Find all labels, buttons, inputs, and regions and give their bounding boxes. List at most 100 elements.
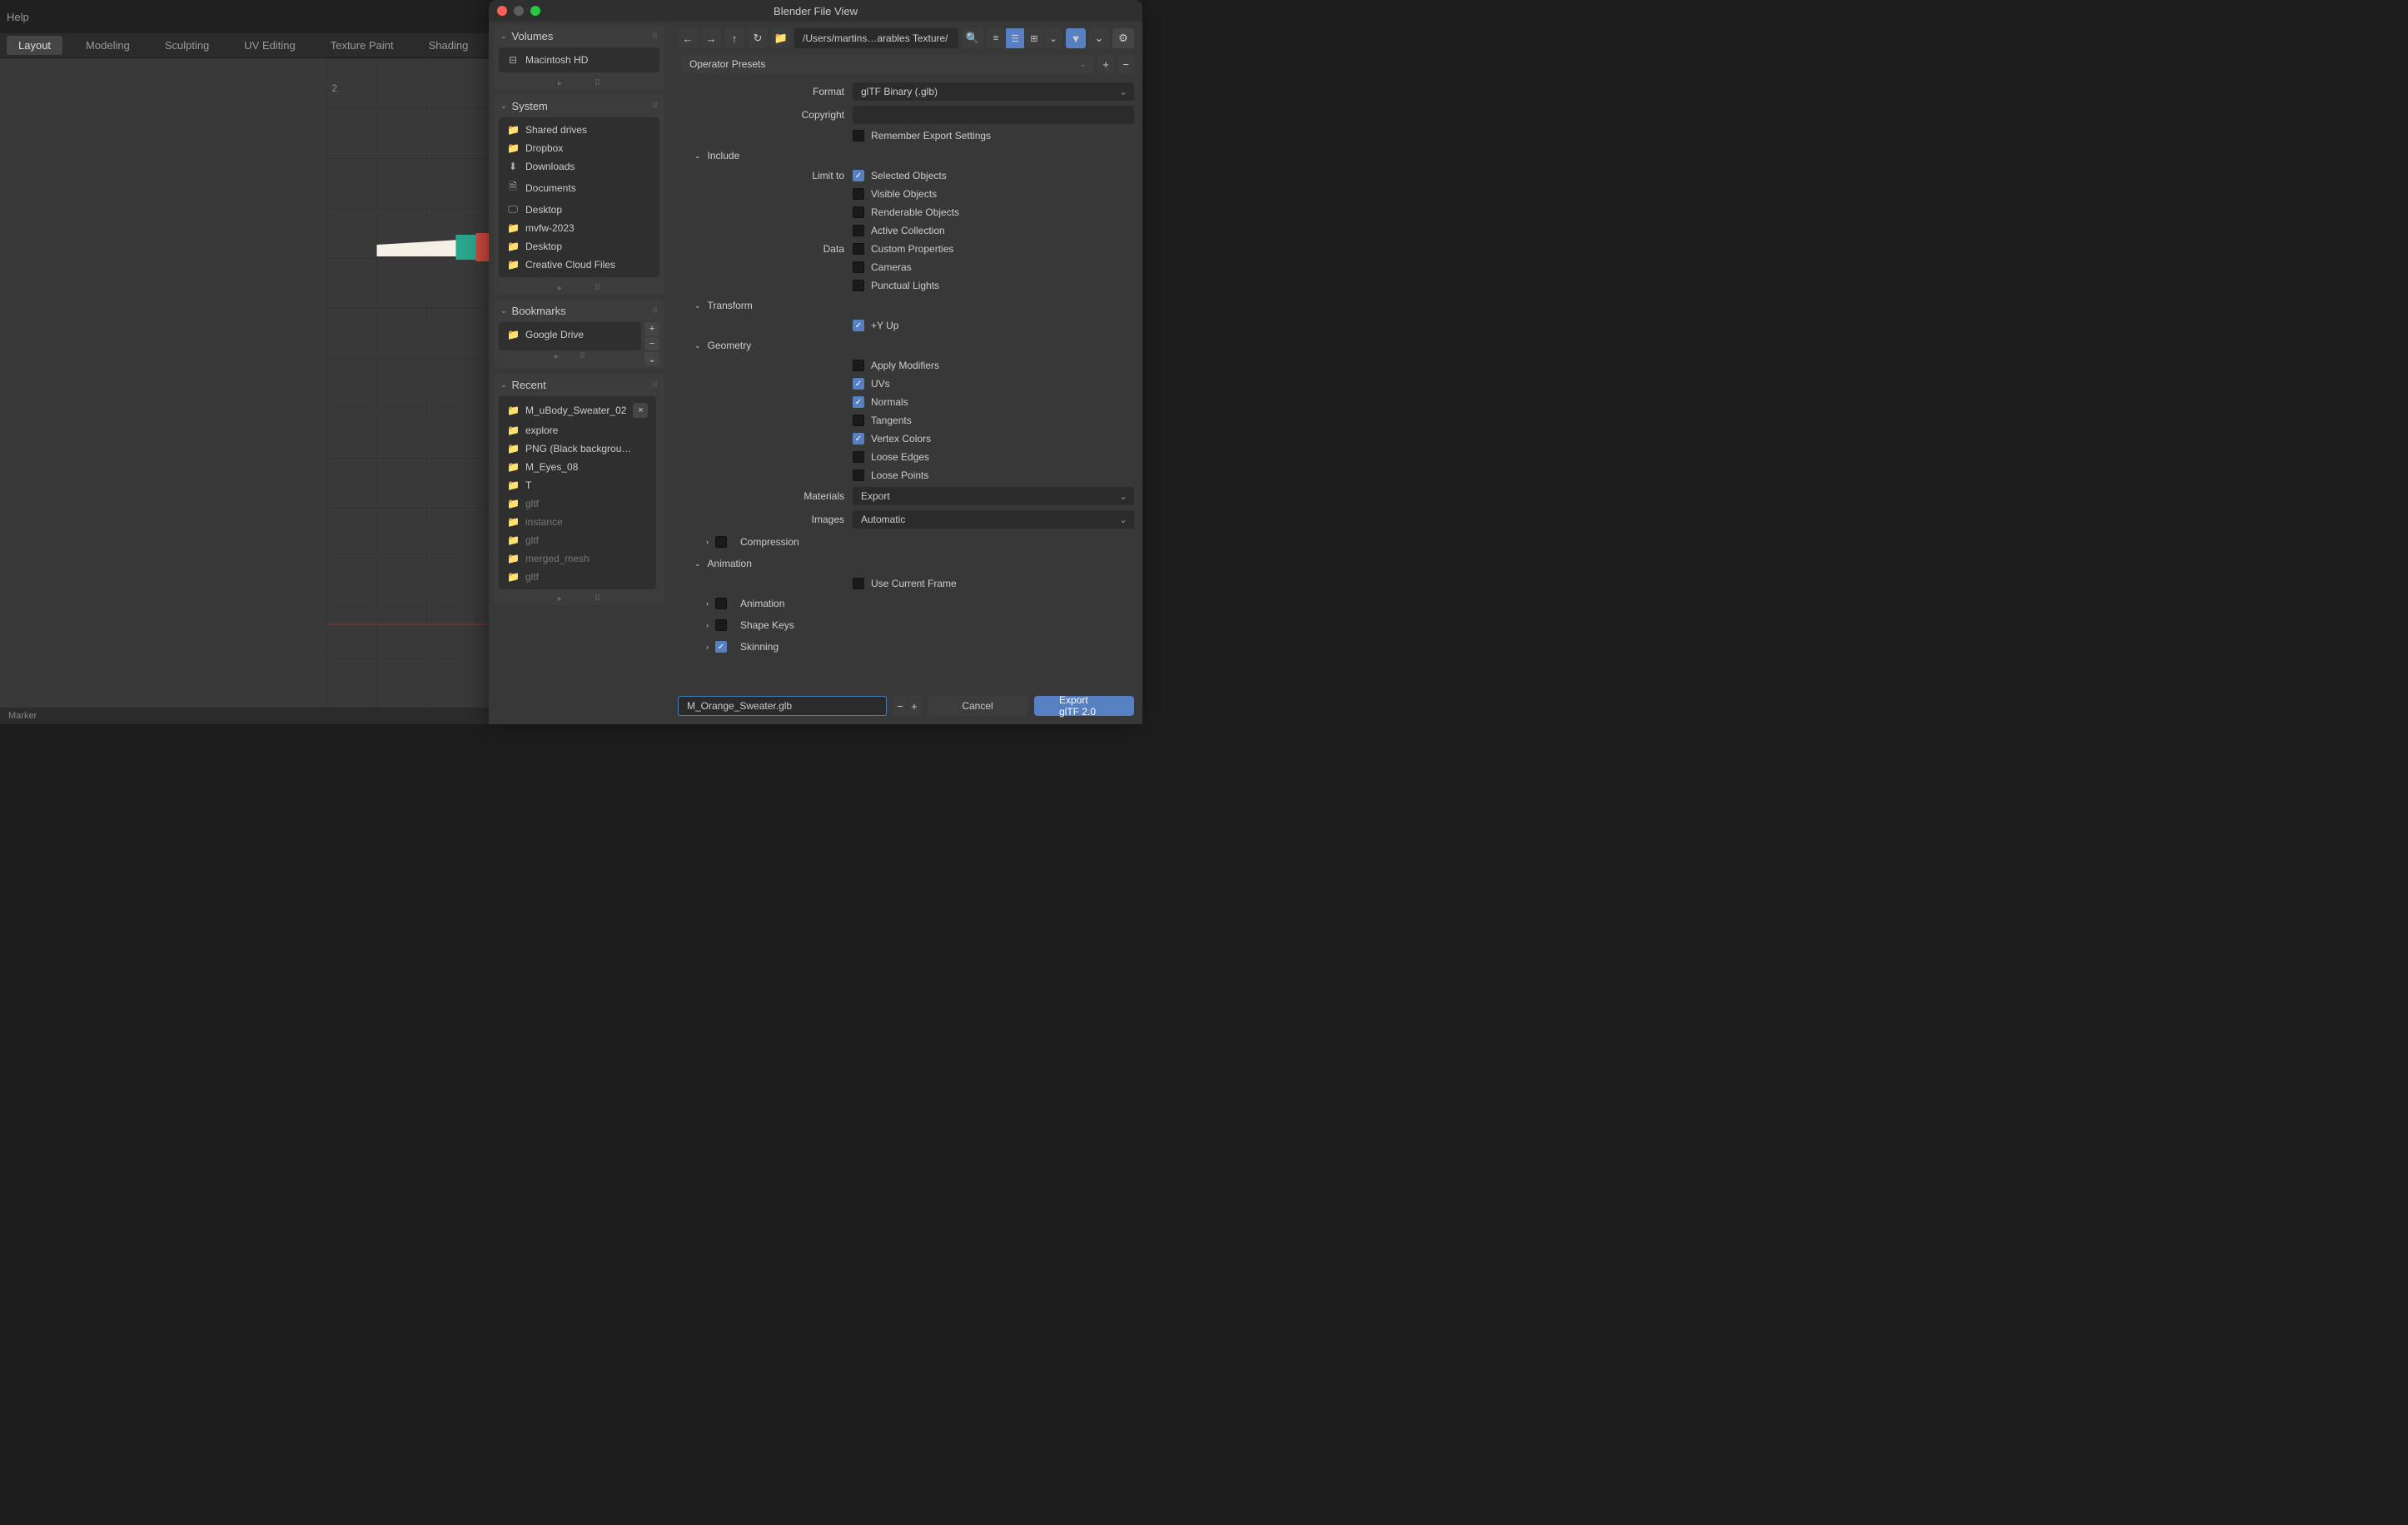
geometry-header[interactable]: ⌄Geometry — [678, 335, 1134, 356]
system-item[interactable]: 🖵Desktop — [499, 200, 659, 219]
system-item[interactable]: 📁Desktop — [499, 237, 659, 256]
view-list-vertical[interactable]: ≡ — [987, 28, 1005, 48]
bookmarks-header[interactable]: ⌄ Bookmarks ⠿ — [494, 300, 664, 322]
tangents-checkbox[interactable] — [853, 415, 864, 426]
animation-sub-checkbox[interactable] — [715, 598, 727, 609]
parent-dir-button[interactable]: ↑ — [724, 28, 744, 48]
system-item[interactable]: 📁mvfw-2023 — [499, 219, 659, 237]
expand-arrow-icon[interactable]: ▸ — [558, 594, 562, 604]
compression-header[interactable]: ›Compression — [678, 531, 1134, 553]
recent-item[interactable]: 📁explore — [499, 421, 656, 440]
selected-objects-checkbox[interactable] — [853, 170, 864, 181]
add-preset-button[interactable]: + — [1097, 55, 1114, 73]
filename-increment-button[interactable]: + — [908, 696, 921, 716]
zoom-window-button[interactable] — [530, 6, 540, 16]
uvs-checkbox[interactable] — [853, 378, 864, 390]
view-sort-dropdown[interactable]: ⌄ — [1044, 28, 1062, 48]
view-list-horizontal[interactable]: ☰ — [1006, 28, 1024, 48]
cameras-checkbox[interactable] — [853, 261, 864, 273]
shape-keys-header[interactable]: ›Shape Keys — [678, 614, 1134, 636]
view-thumbnails[interactable]: ⊞ — [1025, 28, 1043, 48]
system-item[interactable]: 🗎Documents — [499, 176, 659, 200]
search-button[interactable]: 🔍 — [962, 28, 983, 48]
custom-properties-checkbox[interactable] — [853, 243, 864, 255]
skinning-header[interactable]: ›Skinning — [678, 636, 1134, 658]
remember-checkbox[interactable] — [853, 130, 864, 142]
use-current-frame-checkbox[interactable] — [853, 578, 864, 589]
active-collection-checkbox[interactable] — [853, 225, 864, 236]
remove-preset-button[interactable]: − — [1117, 55, 1134, 73]
tab-shading[interactable]: Shading — [417, 36, 480, 55]
volumes-header[interactable]: ⌄ Volumes ⠿ — [494, 25, 664, 47]
add-bookmark-button[interactable]: + — [644, 322, 659, 335]
vertex-colors-checkbox[interactable] — [853, 433, 864, 445]
filename-input[interactable] — [687, 700, 878, 712]
recent-item[interactable]: 📁T — [499, 476, 656, 494]
minimize-window-button[interactable] — [514, 6, 524, 16]
format-dropdown[interactable]: glTF Binary (.glb) — [853, 82, 1134, 101]
recent-item[interactable]: 📁instance — [499, 513, 656, 531]
images-dropdown[interactable]: Automatic — [853, 510, 1134, 529]
filename-decrement-button[interactable]: − — [893, 696, 907, 716]
tab-texture-paint[interactable]: Texture Paint — [319, 36, 405, 55]
path-input[interactable]: /Users/martins…arables Texture/ — [794, 28, 958, 48]
animation-header[interactable]: ⌄Animation — [678, 553, 1134, 574]
new-folder-button[interactable]: 📁 — [771, 28, 791, 48]
tab-sculpting[interactable]: Sculpting — [153, 36, 221, 55]
bookmark-menu-button[interactable]: ⌄ — [644, 352, 659, 365]
shape-keys-checkbox[interactable] — [715, 619, 727, 631]
filename-input-wrap[interactable] — [678, 696, 887, 716]
loose-edges-checkbox[interactable] — [853, 451, 864, 463]
close-window-button[interactable] — [497, 6, 507, 16]
recent-item[interactable]: 📁M_uBody_Sweater_02× — [499, 400, 656, 421]
system-item[interactable]: ⬇Downloads — [499, 157, 659, 176]
apply-modifiers-checkbox[interactable] — [853, 360, 864, 371]
cancel-button[interactable]: Cancel — [928, 696, 1027, 716]
back-button[interactable]: ← — [678, 28, 698, 48]
tab-layout[interactable]: Layout — [7, 36, 62, 55]
expand-arrow-icon[interactable]: ▸ — [558, 284, 562, 293]
filter-button[interactable]: ▼ — [1066, 28, 1086, 48]
recent-header[interactable]: ⌄ Recent ⠿ — [494, 374, 664, 396]
remove-recent-button[interactable]: × — [633, 403, 648, 418]
normals-checkbox[interactable] — [853, 396, 864, 408]
punctual-lights-checkbox[interactable] — [853, 280, 864, 291]
operator-presets-dropdown[interactable]: Operator Presets ⌄ — [681, 55, 1094, 73]
transform-header[interactable]: ⌄Transform — [678, 295, 1134, 316]
materials-dropdown[interactable]: Export — [853, 487, 1134, 505]
y-up-checkbox[interactable] — [853, 320, 864, 331]
system-item[interactable]: 📁Dropbox — [499, 139, 659, 157]
recent-item[interactable]: 📁merged_mesh — [499, 549, 656, 568]
system-item[interactable]: 📁Creative Cloud Files — [499, 256, 659, 274]
filter-dropdown[interactable]: ⌄ — [1089, 28, 1109, 48]
recent-item[interactable]: 📁M_Eyes_08 — [499, 458, 656, 476]
renderable-objects-checkbox[interactable] — [853, 206, 864, 218]
copyright-input[interactable] — [853, 106, 1134, 124]
tab-modeling[interactable]: Modeling — [74, 36, 142, 55]
folder-icon: 📁 — [507, 124, 519, 136]
recent-item[interactable]: 📁gltf — [499, 494, 656, 513]
loose-points-checkbox[interactable] — [853, 469, 864, 481]
export-button[interactable]: Export glTF 2.0 — [1034, 696, 1134, 716]
expand-arrow-icon[interactable]: ▸ — [555, 352, 559, 361]
system-header[interactable]: ⌄ System ⠿ — [494, 95, 664, 117]
expand-arrow-icon[interactable]: ▸ — [558, 79, 562, 88]
remove-bookmark-button[interactable]: − — [644, 337, 659, 350]
refresh-button[interactable]: ↻ — [748, 28, 768, 48]
forward-button[interactable]: → — [701, 28, 721, 48]
bookmark-item[interactable]: 📁Google Drive — [499, 325, 641, 344]
volume-item[interactable]: ⊟ Macintosh HD — [499, 51, 659, 69]
menu-help[interactable]: Help — [7, 11, 29, 23]
settings-button[interactable]: ⚙ — [1112, 28, 1134, 48]
skinning-checkbox[interactable] — [715, 641, 727, 653]
compression-checkbox[interactable] — [715, 536, 727, 548]
recent-item[interactable]: 📁gltf — [499, 568, 656, 586]
recent-item[interactable]: 📁gltf — [499, 531, 656, 549]
dialog-titlebar[interactable]: Blender File View — [489, 0, 1142, 22]
animation-sub-header[interactable]: ›Animation — [678, 593, 1134, 614]
tab-uv-editing[interactable]: UV Editing — [232, 36, 306, 55]
include-header[interactable]: ⌄Include — [678, 145, 1134, 166]
recent-item[interactable]: 📁PNG (Black backgrou… — [499, 440, 656, 458]
system-item[interactable]: 📁Shared drives — [499, 121, 659, 139]
visible-objects-checkbox[interactable] — [853, 188, 864, 200]
